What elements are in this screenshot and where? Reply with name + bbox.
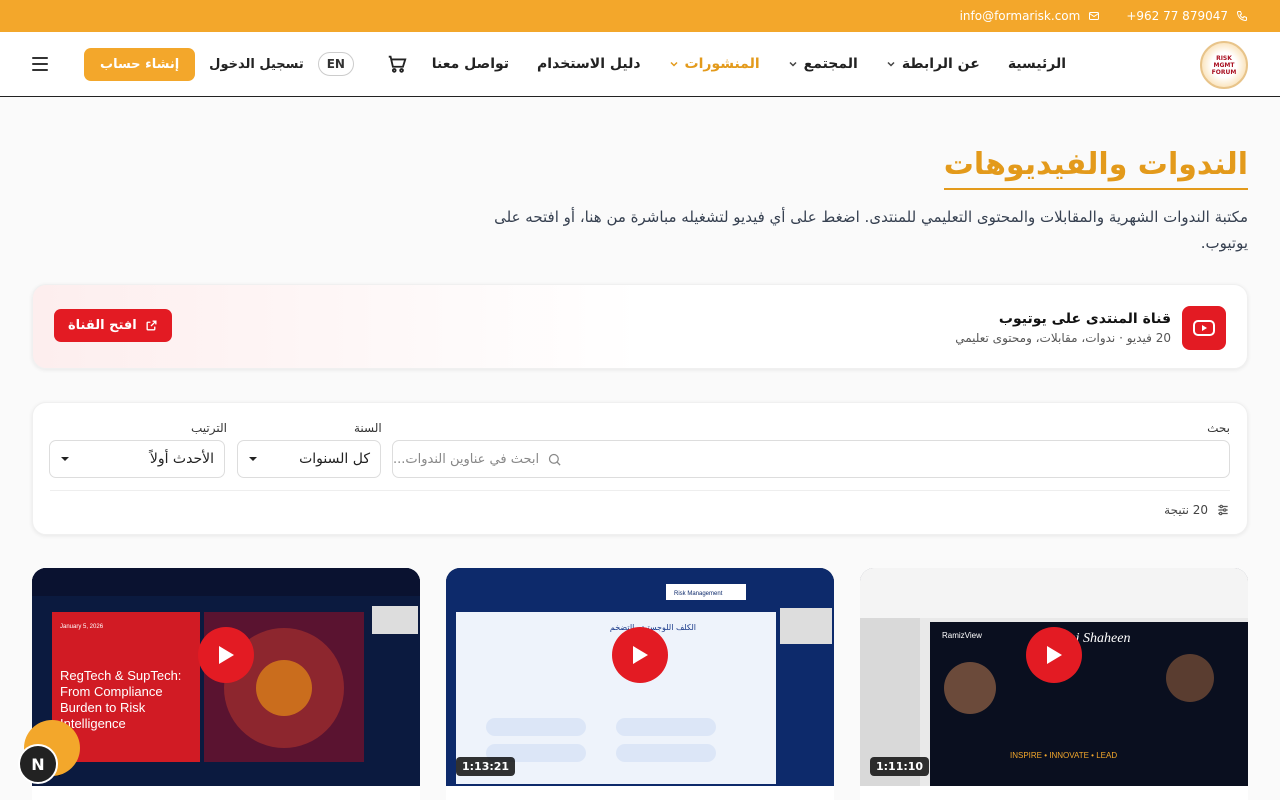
channel-subtitle: 20 فيديو · ندوات، مقابلات، ومحتوى تعليمي [955,331,1171,345]
external-link-icon [146,320,157,331]
login-link[interactable]: تسجيل الدخول [209,57,304,72]
chevron-down-icon [669,61,678,67]
search-placeholder: ابحث في عناوين الندوات... [393,451,540,467]
phone-icon [1236,11,1247,22]
phone-text: +962 77 879047 [1126,9,1228,23]
svg-text:Burden to Risk: Burden to Risk [60,700,146,715]
email-text: info@formarisk.com [959,9,1081,23]
youtube-icon [1182,306,1226,350]
nav-community[interactable]: المجتمع [788,56,858,72]
svg-text:Risk Management: Risk Management [674,591,723,597]
card-footer [860,786,1248,800]
year-label: السنة [354,421,382,435]
chevron-down-icon [249,457,257,461]
search-input[interactable]: ابحث في عناوين الندوات... [392,440,1230,478]
video-caption: RegTech & SupTech: [60,668,181,683]
play-button[interactable] [612,626,668,683]
email-contact[interactable]: info@formarisk.com [960,9,1101,23]
main-navbar: إنشاء حساب تسجيل الدخول EN الرئيسية عن ا… [0,32,1280,97]
nav-home[interactable]: الرئيسية [1008,56,1066,72]
video-grid: RegTech & SupTech: From Compliance Burde… [32,568,1248,800]
user-avatar-button[interactable]: N [18,744,58,784]
nav-about[interactable]: عن الرابطة [886,56,980,72]
svg-text:RamizView: RamizView [942,631,982,640]
page-title: الندوات والفيديوهات [943,147,1248,190]
video-card[interactable]: RamizView Rami Shaheen INSPIRE • INNOVAT… [860,568,1248,800]
search-icon [549,453,561,466]
youtube-channel-card: قناة المنتدى على يوتيوب 20 فيديو · ندوات… [32,284,1248,369]
filter-divider [50,490,1230,491]
page-description: مكتبة الندوات الشهرية والمقابلات والمحتو… [494,208,1248,252]
chevron-down-icon [789,61,797,67]
language-toggle[interactable]: EN [317,52,354,76]
sort-select[interactable]: الأحدث أولاً [49,440,225,478]
sliders-icon [1218,504,1228,516]
chevron-down-icon [61,457,69,461]
svg-text:January 5, 2026: January 5, 2026 [60,624,104,630]
filter-panel: بحث السنة الترتيب ابحث في عناوين الندوات… [32,402,1248,535]
card-footer [32,786,420,800]
open-channel-button[interactable]: افتح القناة [54,309,172,342]
year-value: كل السنوات [299,451,370,467]
nav-contact[interactable]: تواصل معنا [432,56,509,72]
create-account-button[interactable]: إنشاء حساب [84,47,196,81]
nav-links: الرئيسية عن الرابطة المجتمع المنشورات دل… [404,56,1066,72]
mail-icon [1089,12,1100,20]
chevron-down-icon [887,61,895,67]
nav-publications[interactable]: المنشورات [669,56,760,72]
video-card[interactable]: RegTech & SupTech: From Compliance Burde… [32,568,420,800]
menu-icon[interactable] [32,53,54,75]
svg-text:From Compliance: From Compliance [60,684,163,699]
play-button[interactable] [1026,626,1082,683]
year-select[interactable]: كل السنوات [237,440,381,478]
nav-guide[interactable]: دليل الاستخدام [537,56,640,72]
svg-text:INSPIRE • INNOVATE • LEAD: INSPIRE • INNOVATE • LEAD [1010,751,1117,760]
sort-value: الأحدث أولاً [149,451,214,467]
video-duration: 1:11:10 [870,757,930,776]
play-button[interactable] [198,626,254,683]
card-footer [446,786,834,800]
channel-title: قناة المنتدى على يوتيوب [998,311,1171,327]
sort-label: الترتيب [191,421,227,435]
video-card[interactable]: Risk Management الكلف اللوجستية والتضخم … [446,568,834,800]
forum-logo[interactable]: RISK MGMT FORUM [1200,41,1248,89]
video-duration: 1:13:21 [456,757,516,776]
page-header: الندوات والفيديوهات مكتبة الندوات الشهري… [0,97,1280,256]
phone-contact[interactable]: +962 77 879047 [1126,9,1248,23]
search-label: بحث [1207,421,1230,435]
results-count: 20 نتيجة [1164,503,1230,517]
top-contact-bar: info@formarisk.com +962 77 879047 [0,0,1280,32]
